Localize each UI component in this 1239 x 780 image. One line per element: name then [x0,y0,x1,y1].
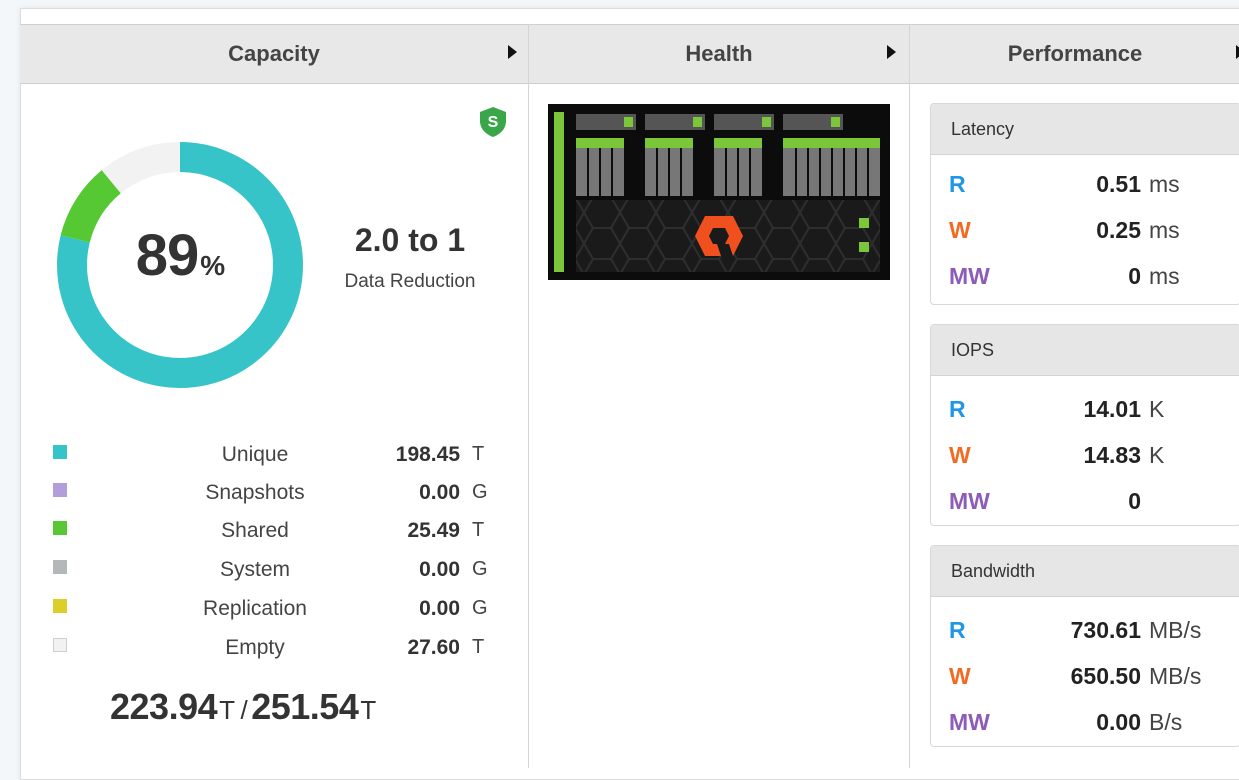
metric-value: 14.01 [1083,396,1141,422]
bandwidth-row-read: R 730.61 MB/s [931,607,1239,653]
donut-segment-empty [101,142,181,194]
capacity-used-unit: T [219,695,235,725]
metric-key: W [949,442,971,468]
metric-key: R [949,617,966,643]
capacity-percent-unit: % [200,250,225,281]
legend-name: Snapshots [205,481,305,504]
metric-key: R [949,396,966,422]
legend-unit: T [472,519,485,541]
metric-unit: K [1149,442,1165,468]
latency-card: Latency R 0.51 ms W 0.25 ms MW 0 ms [930,103,1239,305]
latency-row-read: R 0.51 ms [931,161,1239,207]
legend-value: 0.00 [419,558,460,581]
tab-capacity[interactable]: Capacity [20,25,528,83]
column-divider [528,24,529,768]
metric-key: MW [949,709,990,735]
metric-unit: ms [1149,171,1180,197]
drive-modules [576,138,880,196]
bandwidth-row-write: W 650.50 MB/s [931,653,1239,699]
legend-swatch [53,483,67,497]
legend-unit: T [472,636,485,658]
metric-value: 730.61 [1070,617,1141,643]
tab-health[interactable]: Health [529,25,909,83]
metric-unit: K [1149,396,1165,422]
metric-unit: B/s [1149,709,1183,735]
iops-title: IOPS [931,325,1239,376]
metric-unit: MB/s [1149,617,1202,643]
metric-unit: ms [1149,217,1180,243]
legend-swatch [53,599,67,613]
iops-row-mirrored-write: MW 0 [931,478,1239,524]
tab-performance-label: Performance [1007,41,1143,66]
tab-performance[interactable]: Performance [910,25,1239,83]
legend-value: 27.60 [407,636,460,659]
capacity-total-unit: T [360,695,376,725]
legend-row-unique: Unique 198.45 T [50,440,510,478]
legend-unit: G [472,481,488,503]
metric-key: W [949,217,971,243]
legend-name: Replication [203,597,307,620]
iops-card: IOPS R 14.01 K W 14.83 K MW 0 [930,324,1239,526]
latency-row-mirrored-write: MW 0 ms [931,253,1239,299]
iops-row-write: W 14.83 K [931,432,1239,478]
legend-swatch [53,638,67,652]
capacity-used: 223.94 [110,686,218,727]
metric-unit: MB/s [1149,663,1202,689]
capacity-total-value: 251.54 [251,686,359,727]
legend-name: Shared [221,519,289,542]
legend-value: 25.49 [407,519,460,542]
legend-swatch [53,521,67,535]
legend-name: Unique [221,443,289,466]
metric-unit: ms [1149,263,1180,289]
metric-value: 0.25 [1096,217,1141,243]
play-arrow-icon[interactable] [508,45,517,59]
latency-row-write: W 0.25 ms [931,207,1239,253]
metric-key: MW [949,488,990,514]
bandwidth-title: Bandwidth [931,546,1239,597]
panel-header-bar: Capacity Health Performance [20,24,1239,84]
capacity-percent-value: 89 [135,223,200,288]
tab-health-label: Health [685,41,753,66]
metric-value: 650.50 [1070,663,1141,689]
legend-row-replication: Replication 0.00 G [50,594,510,632]
legend-value: 198.45 [395,443,460,466]
metric-key: W [949,663,971,689]
legend-row-empty: Empty 27.60 T [50,633,510,671]
legend-unit: G [472,558,488,580]
latency-title: Latency [931,104,1239,155]
metric-value: 0.00 [1096,709,1141,735]
shield-letter: S [488,114,499,131]
tab-capacity-label: Capacity [228,41,320,66]
metric-key: R [949,171,966,197]
legend-unit: G [472,597,488,619]
legend-swatch [53,560,67,574]
data-reduction-label: Data Reduction [344,271,476,292]
bandwidth-row-mirrored-write: MW 0.00 B/s [931,699,1239,745]
metric-value: 0 [1128,263,1141,289]
legend-swatch [53,445,67,459]
iops-row-read: R 14.01 K [931,386,1239,432]
column-divider [909,24,910,768]
bandwidth-card: Bandwidth R 730.61 MB/s W 650.50 MB/s MW… [930,545,1239,747]
legend-value: 0.00 [419,597,460,620]
legend-name: Empty [225,636,285,659]
capacity-total: 223.94T/251.54T [110,686,380,728]
capacity-percent: 89% [95,222,265,289]
legend-name: System [219,558,290,581]
capacity-separator: / [240,695,248,725]
pure-storage-logo-icon [695,216,743,256]
metric-key: MW [949,263,990,289]
play-arrow-icon[interactable] [887,45,896,59]
legend-row-snapshots: Snapshots 0.00 G [50,478,510,516]
legend-value: 0.00 [419,481,460,504]
legend-row-system: System 0.00 G [50,555,510,593]
storage-array-image[interactable] [548,104,890,280]
legend-row-shared: Shared 25.49 T [50,516,510,554]
metric-value: 0 [1128,488,1141,514]
shield-icon: S [480,107,506,137]
legend-unit: T [472,443,485,465]
data-reduction-value: 2.0 to 1 [354,222,466,258]
metric-value: 14.83 [1083,442,1141,468]
metric-value: 0.51 [1096,171,1141,197]
